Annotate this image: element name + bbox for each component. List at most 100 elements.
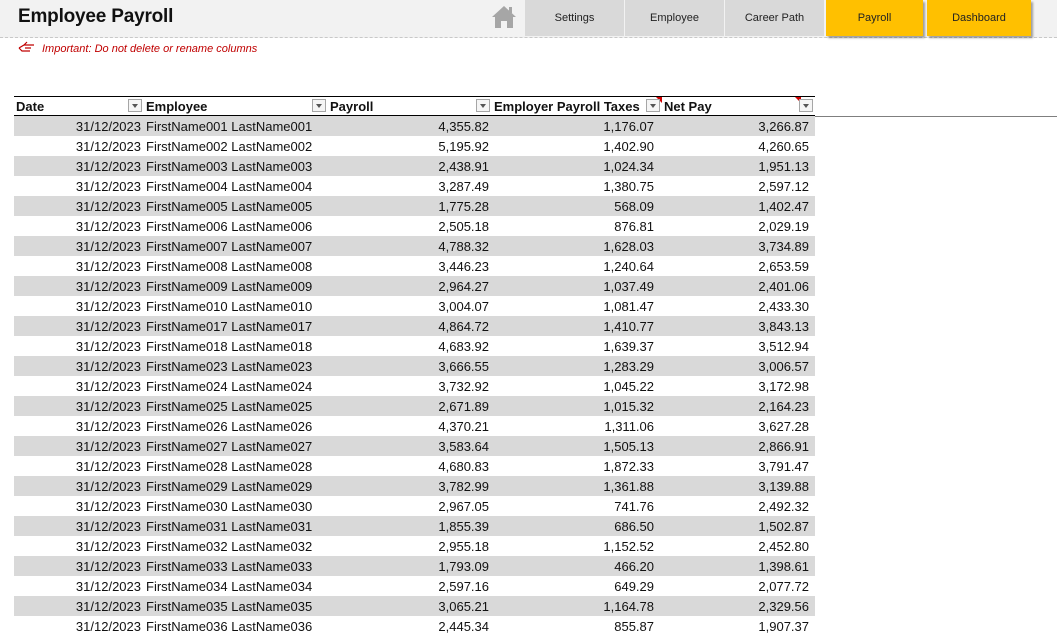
table-row[interactable]: 31/12/2023 FirstName005 LastName005 1,775.… bbox=[14, 196, 815, 216]
cell-net-pay[interactable]: 2,653.59 bbox=[662, 259, 815, 274]
cell-employee[interactable]: FirstName001 LastName001 bbox=[144, 119, 328, 134]
cell-date[interactable]: 31/12/2023 bbox=[14, 459, 144, 474]
cell-employer-taxes[interactable]: 1,311.06 bbox=[492, 419, 662, 434]
cell-date[interactable]: 31/12/2023 bbox=[14, 139, 144, 154]
cell-employer-taxes[interactable]: 1,639.37 bbox=[492, 339, 662, 354]
cell-net-pay[interactable]: 3,791.47 bbox=[662, 459, 815, 474]
cell-net-pay[interactable]: 2,597.12 bbox=[662, 179, 815, 194]
cell-employer-taxes[interactable]: 1,283.29 bbox=[492, 359, 662, 374]
table-row[interactable]: 31/12/2023 FirstName035 LastName035 3,065.… bbox=[14, 596, 815, 616]
cell-employee[interactable]: FirstName031 LastName031 bbox=[144, 519, 328, 534]
table-row[interactable]: 31/12/2023 FirstName033 LastName033 1,793.… bbox=[14, 556, 815, 576]
cell-date[interactable]: 31/12/2023 bbox=[14, 299, 144, 314]
cell-net-pay[interactable]: 1,907.37 bbox=[662, 619, 815, 634]
cell-employer-taxes[interactable]: 1,081.47 bbox=[492, 299, 662, 314]
cell-employee[interactable]: FirstName035 LastName035 bbox=[144, 599, 328, 614]
cell-employee[interactable]: FirstName023 LastName023 bbox=[144, 359, 328, 374]
cell-employer-taxes[interactable]: 1,176.07 bbox=[492, 119, 662, 134]
cell-employee[interactable]: FirstName002 LastName002 bbox=[144, 139, 328, 154]
cell-employee[interactable]: FirstName034 LastName034 bbox=[144, 579, 328, 594]
cell-date[interactable]: 31/12/2023 bbox=[14, 199, 144, 214]
cell-employer-taxes[interactable]: 1,410.77 bbox=[492, 319, 662, 334]
cell-employee[interactable]: FirstName009 LastName009 bbox=[144, 279, 328, 294]
table-row[interactable]: 31/12/2023 FirstName028 LastName028 4,680.… bbox=[14, 456, 815, 476]
cell-payroll[interactable]: 4,355.82 bbox=[328, 119, 492, 134]
cell-payroll[interactable]: 1,855.39 bbox=[328, 519, 492, 534]
cell-employee[interactable]: FirstName029 LastName029 bbox=[144, 479, 328, 494]
filter-dropdown-button[interactable] bbox=[128, 99, 142, 112]
cell-employee[interactable]: FirstName026 LastName026 bbox=[144, 419, 328, 434]
cell-employer-taxes[interactable]: 1,152.52 bbox=[492, 539, 662, 554]
cell-employer-taxes[interactable]: 686.50 bbox=[492, 519, 662, 534]
cell-employee[interactable]: FirstName007 LastName007 bbox=[144, 239, 328, 254]
cell-employer-taxes[interactable]: 1,240.64 bbox=[492, 259, 662, 274]
cell-date[interactable]: 31/12/2023 bbox=[14, 419, 144, 434]
cell-employer-taxes[interactable]: 1,045.22 bbox=[492, 379, 662, 394]
cell-employer-taxes[interactable]: 855.87 bbox=[492, 619, 662, 634]
filter-dropdown-button[interactable] bbox=[476, 99, 490, 112]
cell-net-pay[interactable]: 3,266.87 bbox=[662, 119, 815, 134]
cell-payroll[interactable]: 3,446.23 bbox=[328, 259, 492, 274]
cell-date[interactable]: 31/12/2023 bbox=[14, 239, 144, 254]
cell-date[interactable]: 31/12/2023 bbox=[14, 559, 144, 574]
cell-date[interactable]: 31/12/2023 bbox=[14, 279, 144, 294]
cell-employee[interactable]: FirstName003 LastName003 bbox=[144, 159, 328, 174]
cell-payroll[interactable]: 2,671.89 bbox=[328, 399, 492, 414]
cell-net-pay[interactable]: 2,433.30 bbox=[662, 299, 815, 314]
cell-payroll[interactable]: 4,683.92 bbox=[328, 339, 492, 354]
cell-net-pay[interactable]: 1,502.87 bbox=[662, 519, 815, 534]
nav-payroll-button[interactable]: Payroll bbox=[826, 0, 923, 36]
cell-employee[interactable]: FirstName036 LastName036 bbox=[144, 619, 328, 634]
cell-date[interactable]: 31/12/2023 bbox=[14, 219, 144, 234]
cell-employee[interactable]: FirstName033 LastName033 bbox=[144, 559, 328, 574]
cell-date[interactable]: 31/12/2023 bbox=[14, 499, 144, 514]
nav-settings-button[interactable]: Settings bbox=[525, 0, 624, 36]
cell-net-pay[interactable]: 3,006.57 bbox=[662, 359, 815, 374]
cell-employer-taxes[interactable]: 1,037.49 bbox=[492, 279, 662, 294]
table-row[interactable]: 31/12/2023 FirstName036 LastName036 2,445.… bbox=[14, 616, 815, 636]
table-row[interactable]: 31/12/2023 FirstName023 LastName023 3,666.… bbox=[14, 356, 815, 376]
filter-dropdown-button[interactable] bbox=[646, 99, 660, 112]
cell-date[interactable]: 31/12/2023 bbox=[14, 439, 144, 454]
cell-employee[interactable]: FirstName005 LastName005 bbox=[144, 199, 328, 214]
cell-payroll[interactable]: 4,788.32 bbox=[328, 239, 492, 254]
cell-employee[interactable]: FirstName017 LastName017 bbox=[144, 319, 328, 334]
nav-employee-button[interactable]: Employee bbox=[625, 0, 724, 36]
cell-date[interactable]: 31/12/2023 bbox=[14, 159, 144, 174]
cell-date[interactable]: 31/12/2023 bbox=[14, 519, 144, 534]
cell-payroll[interactable]: 2,967.05 bbox=[328, 499, 492, 514]
table-row[interactable]: 31/12/2023 FirstName027 LastName027 3,583.… bbox=[14, 436, 815, 456]
cell-payroll[interactable]: 2,438.91 bbox=[328, 159, 492, 174]
cell-payroll[interactable]: 3,065.21 bbox=[328, 599, 492, 614]
cell-payroll[interactable]: 3,732.92 bbox=[328, 379, 492, 394]
cell-payroll[interactable]: 4,680.83 bbox=[328, 459, 492, 474]
nav-dashboard-button[interactable]: Dashboard bbox=[927, 0, 1031, 36]
cell-net-pay[interactable]: 2,077.72 bbox=[662, 579, 815, 594]
cell-employer-taxes[interactable]: 1,164.78 bbox=[492, 599, 662, 614]
cell-employer-taxes[interactable]: 1,024.34 bbox=[492, 159, 662, 174]
cell-employee[interactable]: FirstName032 LastName032 bbox=[144, 539, 328, 554]
cell-payroll[interactable]: 1,775.28 bbox=[328, 199, 492, 214]
table-row[interactable]: 31/12/2023 FirstName008 LastName008 3,446.… bbox=[14, 256, 815, 276]
cell-net-pay[interactable]: 3,627.28 bbox=[662, 419, 815, 434]
cell-employee[interactable]: FirstName025 LastName025 bbox=[144, 399, 328, 414]
table-row[interactable]: 31/12/2023 FirstName001 LastName001 4,355.… bbox=[14, 116, 815, 136]
cell-date[interactable]: 31/12/2023 bbox=[14, 479, 144, 494]
cell-date[interactable]: 31/12/2023 bbox=[14, 319, 144, 334]
table-row[interactable]: 31/12/2023 FirstName003 LastName003 2,438.… bbox=[14, 156, 815, 176]
cell-payroll[interactable]: 3,782.99 bbox=[328, 479, 492, 494]
cell-date[interactable]: 31/12/2023 bbox=[14, 359, 144, 374]
cell-payroll[interactable]: 1,793.09 bbox=[328, 559, 492, 574]
cell-payroll[interactable]: 2,955.18 bbox=[328, 539, 492, 554]
cell-payroll[interactable]: 3,583.64 bbox=[328, 439, 492, 454]
cell-payroll[interactable]: 4,864.72 bbox=[328, 319, 492, 334]
table-row[interactable]: 31/12/2023 FirstName031 LastName031 1,855.… bbox=[14, 516, 815, 536]
table-row[interactable]: 31/12/2023 FirstName004 LastName004 3,287.… bbox=[14, 176, 815, 196]
table-row[interactable]: 31/12/2023 FirstName034 LastName034 2,597.… bbox=[14, 576, 815, 596]
cell-date[interactable]: 31/12/2023 bbox=[14, 599, 144, 614]
cell-employer-taxes[interactable]: 1,361.88 bbox=[492, 479, 662, 494]
cell-net-pay[interactable]: 2,329.56 bbox=[662, 599, 815, 614]
table-row[interactable]: 31/12/2023 FirstName032 LastName032 2,955.… bbox=[14, 536, 815, 556]
cell-date[interactable]: 31/12/2023 bbox=[14, 179, 144, 194]
cell-net-pay[interactable]: 1,951.13 bbox=[662, 159, 815, 174]
